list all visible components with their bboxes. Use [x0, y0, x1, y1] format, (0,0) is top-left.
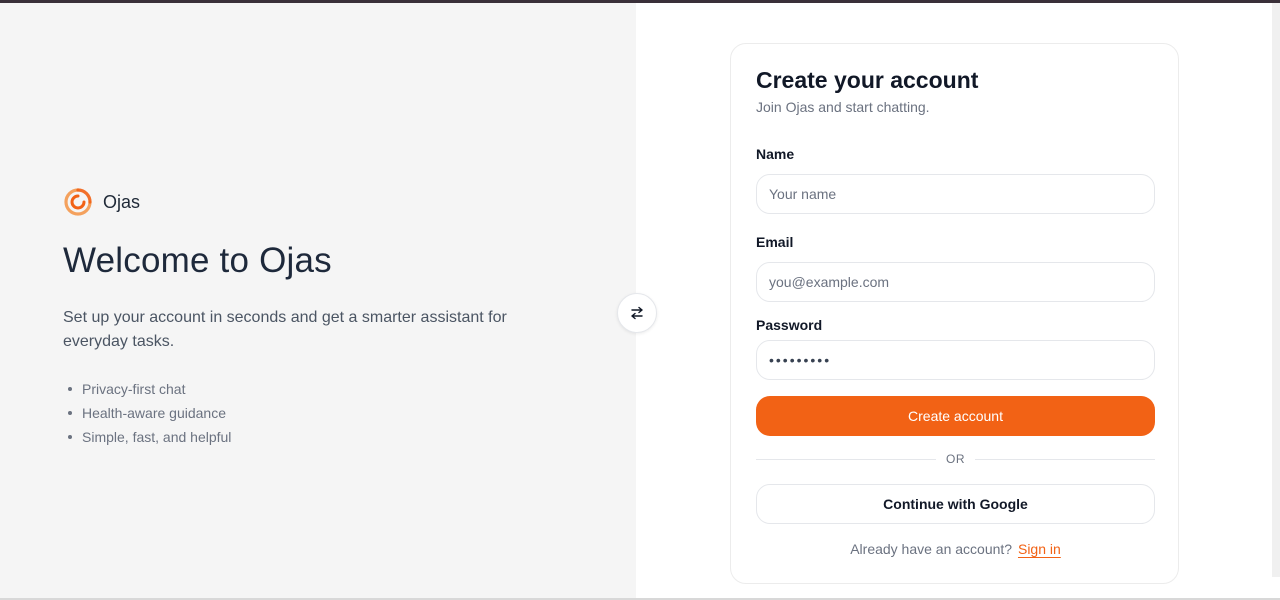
- brand-name: Ojas: [103, 191, 141, 212]
- continue-with-google-button[interactable]: Continue with Google: [756, 484, 1155, 524]
- feature-list: Privacy-first chat Health-aware guidance…: [66, 377, 231, 449]
- divider-text: OR: [946, 452, 965, 466]
- brand: Ojas: [63, 187, 140, 217]
- signup-card: Create your account Join Ojas and start …: [730, 43, 1179, 584]
- feature-item-simple: Simple, fast, and helpful: [66, 425, 231, 449]
- welcome-panel: Ojas Welcome to Ojas Set up your account…: [0, 3, 636, 600]
- swap-layout-button[interactable]: [617, 293, 657, 333]
- page-scrollbar[interactable]: [1272, 3, 1280, 577]
- email-label: Email: [756, 234, 794, 250]
- password-input[interactable]: [756, 340, 1155, 380]
- signin-prompt-text: Already have an account?: [850, 541, 1013, 557]
- email-input[interactable]: [756, 262, 1155, 302]
- or-divider: OR: [756, 451, 1155, 467]
- divider-line-right: [975, 458, 1155, 460]
- welcome-heading: Welcome to Ojas: [63, 241, 332, 280]
- name-input[interactable]: [756, 174, 1155, 214]
- feature-item-privacy: Privacy-first chat: [66, 377, 231, 401]
- card-subtitle: Join Ojas and start chatting.: [756, 99, 930, 115]
- name-label: Name: [756, 146, 795, 162]
- create-account-button[interactable]: Create account: [756, 396, 1155, 436]
- card-title: Create your account: [756, 67, 979, 93]
- divider-line-left: [756, 458, 936, 460]
- signin-prompt-row: Already have an account? Sign in: [731, 541, 1180, 557]
- ojas-logo-icon: [64, 188, 92, 216]
- password-label: Password: [756, 317, 823, 333]
- signin-link[interactable]: Sign in: [1018, 541, 1061, 557]
- feature-item-health: Health-aware guidance: [66, 401, 231, 425]
- welcome-subtitle: Set up your account in seconds and get a…: [63, 309, 507, 350]
- swap-arrows-icon: [631, 306, 643, 320]
